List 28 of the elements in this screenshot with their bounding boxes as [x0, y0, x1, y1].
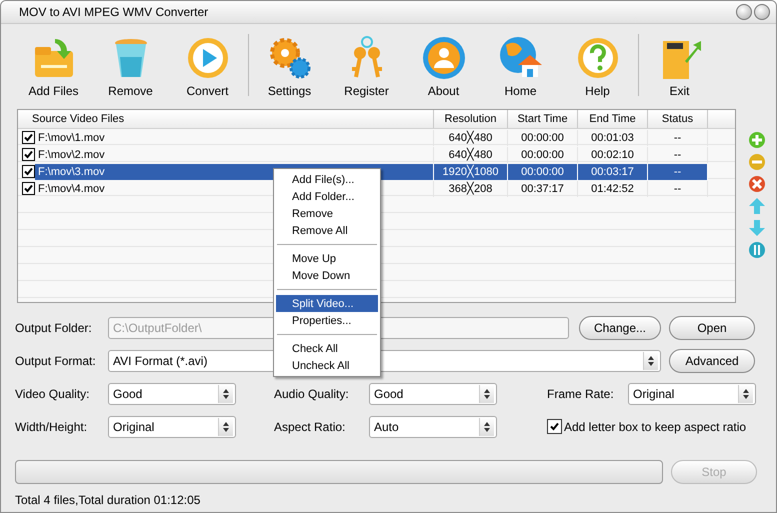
- field-label: Output Folder:: [15, 320, 93, 334]
- table-cell: --: [648, 164, 708, 180]
- table-cell: 00:01:03: [578, 130, 648, 146]
- field-label: Aspect Ratio:: [274, 420, 346, 434]
- table-cell: 00:37:17: [508, 180, 578, 196]
- table-cell: F:\mov\1.mov: [35, 130, 434, 146]
- table-cell: 01:42:52: [578, 180, 648, 196]
- table-cell: 00:00:00: [508, 164, 578, 180]
- window-title: MOV to AVI MPEG WMV Converter: [19, 5, 208, 19]
- table-cell: 640╳480: [434, 130, 508, 146]
- table-cell: 640╳480: [434, 146, 508, 162]
- field-label: Output Format:: [15, 354, 97, 368]
- table-cell: --: [648, 130, 708, 146]
- status-text: Total 4 files,Total duration 01:12:05: [14, 492, 202, 507]
- table-cell: 00:03:17: [578, 164, 648, 180]
- table-cell: 1920╳1080: [434, 164, 508, 180]
- field-label: Audio Quality:: [274, 386, 350, 400]
- table-cell: --: [648, 180, 708, 196]
- table-cell: 368╳208: [434, 180, 508, 196]
- field-label: Frame Rate:: [547, 386, 615, 400]
- table-cell: 00:00:00: [508, 146, 578, 162]
- table-cell: F:\mov\2.mov: [35, 146, 434, 162]
- field-label: Video Quality:: [15, 386, 90, 400]
- field-label: Width/Height:: [15, 420, 88, 434]
- checkbox-label: Add letter box to keep aspect ratio: [564, 420, 746, 434]
- table-cell: 00:02:10: [578, 146, 648, 162]
- table-cell: --: [648, 146, 708, 162]
- table-cell: 00:00:00: [508, 130, 578, 146]
